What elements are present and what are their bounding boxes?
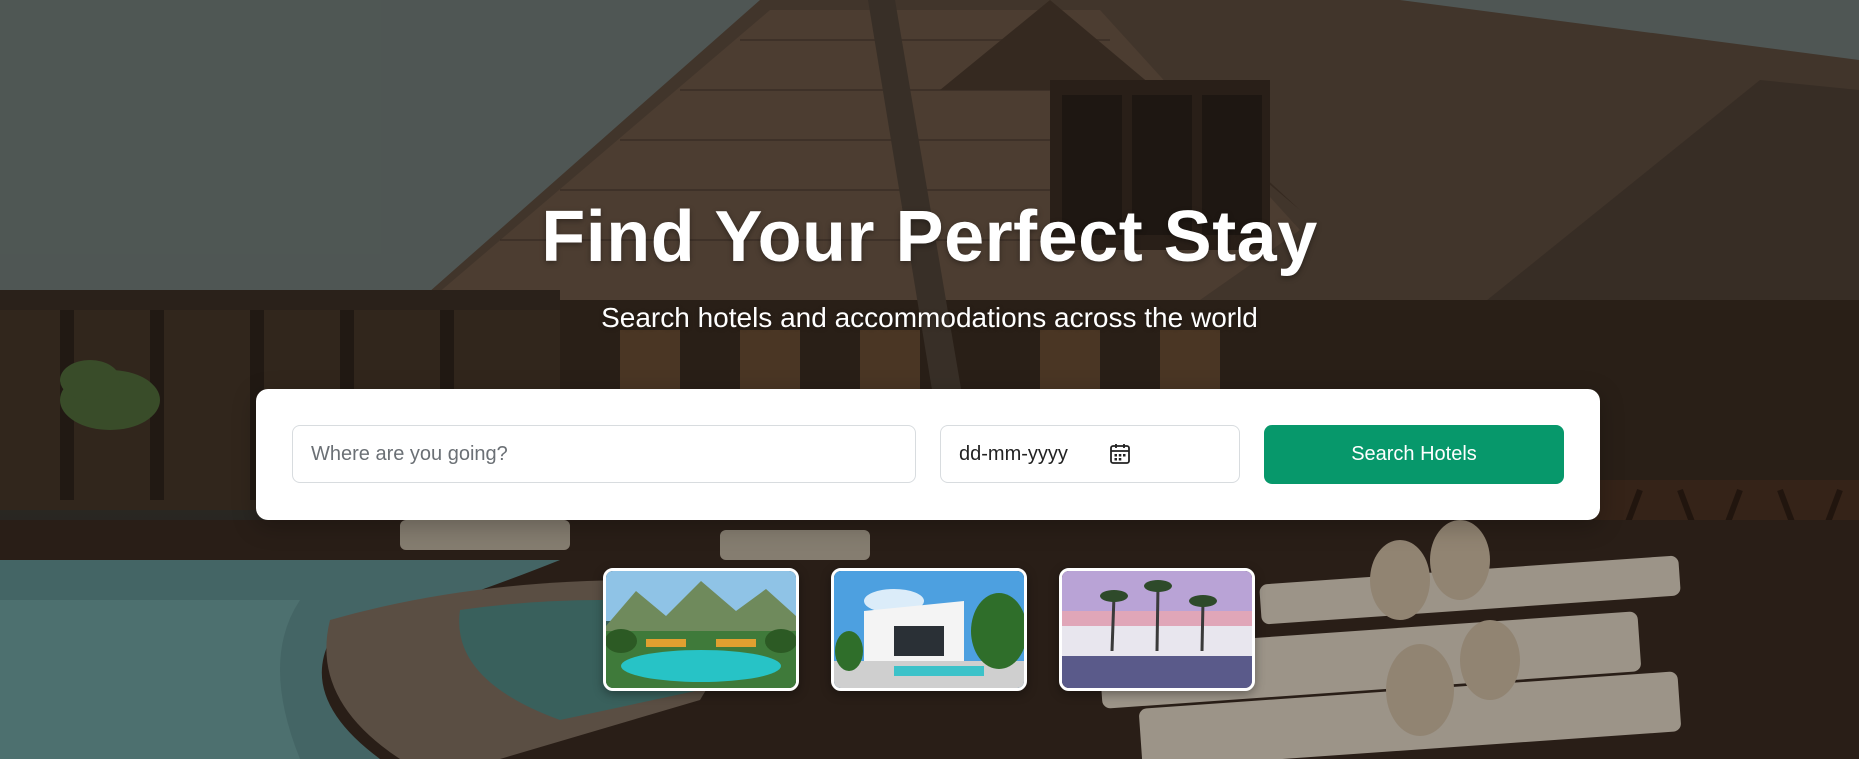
check-in-date-field[interactable]: dd-mm-yyyy (940, 425, 1240, 483)
thumbnail-modern-villa[interactable] (831, 568, 1027, 691)
date-placeholder-text: dd-mm-yyyy (959, 442, 1068, 465)
search-hotels-button[interactable]: Search Hotels (1264, 425, 1564, 484)
page-title: Find Your Perfect Stay (541, 197, 1318, 277)
thumbnail-gallery (603, 568, 1255, 691)
thumbnail-tropical-pool[interactable] (603, 568, 799, 691)
calendar-icon[interactable] (1109, 443, 1131, 465)
destination-input[interactable] (292, 425, 916, 483)
thumbnail-sunset-resort[interactable] (1059, 568, 1255, 691)
page-subtitle: Search hotels and accommodations across … (601, 302, 1258, 333)
search-card: dd-mm-yyyy Search Hotels (256, 389, 1600, 520)
